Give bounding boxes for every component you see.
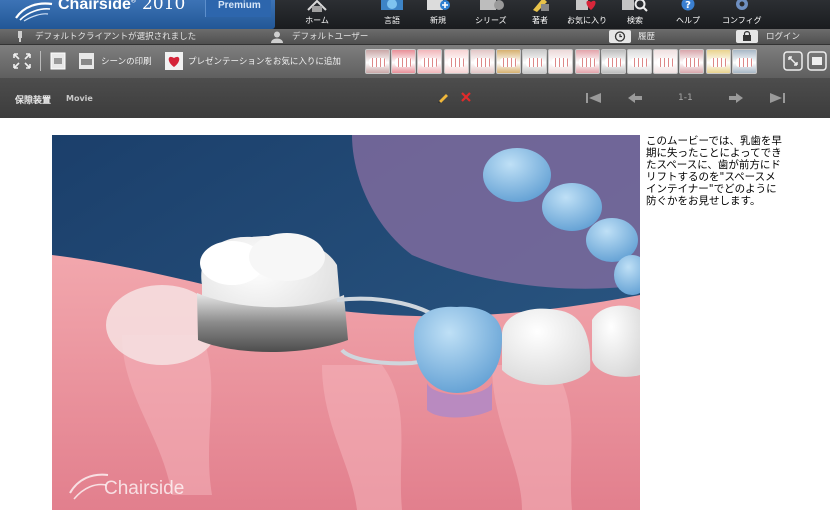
status-bar: デフォルトクライアントが選択されました デフォルトユーザー 履歴 ログイン bbox=[0, 29, 830, 45]
edit-pencil-icon[interactable] bbox=[437, 91, 449, 103]
movie-description: このムービーでは、乳歯を早期に失ったことによってできたスペースに、歯が前方にドリ… bbox=[646, 135, 782, 207]
nav-label: 検索 bbox=[627, 16, 643, 25]
client-status: デフォルトクライアントが選択されました bbox=[35, 32, 197, 42]
chairside-logo-icon bbox=[15, 2, 53, 22]
presentation-icon[interactable] bbox=[807, 51, 827, 71]
crown-thumb[interactable] bbox=[653, 49, 679, 74]
house-icon bbox=[307, 0, 327, 12]
magnifier-icon bbox=[622, 0, 648, 12]
favorite-heart-icon[interactable] bbox=[165, 52, 183, 70]
smile-thumb[interactable] bbox=[469, 49, 495, 74]
thumbnail-teeth-icon bbox=[473, 58, 491, 67]
nav-label: ホーム bbox=[305, 16, 329, 25]
xray-thumb[interactable] bbox=[731, 49, 757, 74]
nav-search-button[interactable]: 検索 bbox=[620, 0, 650, 29]
thumbnail-teeth-icon bbox=[526, 58, 544, 67]
brush-thumb[interactable] bbox=[365, 49, 390, 74]
app-window: Chairside® 2010 Premium ホーム 言語 新規 シリーズ 著… bbox=[0, 0, 830, 510]
user-icon bbox=[271, 31, 283, 43]
thumbnail-teeth-icon bbox=[552, 58, 570, 67]
floss-thumb[interactable] bbox=[705, 49, 731, 74]
gear-icon bbox=[735, 0, 748, 10]
user-status[interactable]: デフォルトユーザー bbox=[292, 30, 368, 44]
nav-language-button[interactable]: 言語 bbox=[377, 0, 407, 29]
nav-new-button[interactable]: 新規 bbox=[423, 0, 453, 29]
first-page-icon[interactable] bbox=[585, 92, 603, 104]
fit-screen-icon[interactable] bbox=[12, 52, 32, 70]
help-icon: ? bbox=[681, 0, 695, 11]
movie-type: Movie bbox=[66, 94, 93, 103]
toolbar: シーンの印刷 プレゼンテーションをお気に入りに追加 bbox=[0, 45, 830, 78]
document-icon[interactable] bbox=[50, 52, 66, 70]
lock-icon[interactable] bbox=[736, 30, 758, 43]
printer-icon[interactable] bbox=[78, 52, 95, 70]
film-reel-icon bbox=[479, 0, 504, 10]
toolbar-divider bbox=[40, 51, 41, 71]
top-bar: Chairside® 2010 Premium ホーム 言語 新規 シリーズ 著… bbox=[0, 0, 830, 29]
lower-jaw-thumb[interactable] bbox=[391, 49, 417, 74]
thumbnail-teeth-icon bbox=[604, 58, 622, 67]
nav-label: コンフィグ bbox=[722, 16, 762, 25]
braces-thumb[interactable] bbox=[522, 49, 548, 74]
gums-thumb[interactable] bbox=[574, 49, 600, 74]
thumbnail-teeth-icon bbox=[683, 58, 701, 67]
next-page-icon[interactable] bbox=[728, 92, 744, 104]
nav-label: お気に入り bbox=[567, 16, 607, 25]
thumbnail-teeth-icon bbox=[709, 58, 727, 67]
clock-icon[interactable] bbox=[609, 30, 631, 43]
nav-author-button[interactable]: 著者 bbox=[525, 0, 555, 29]
fullscreen-icon[interactable] bbox=[783, 51, 803, 71]
thumbnail-teeth-icon bbox=[395, 58, 413, 67]
nav-label: ヘルプ bbox=[676, 16, 700, 25]
new-document-icon bbox=[427, 0, 450, 10]
nav-label: シリーズ bbox=[475, 16, 507, 25]
login-link[interactable]: ログイン bbox=[766, 30, 800, 44]
thumbnail-teeth-icon bbox=[500, 58, 517, 67]
add-favorite-button[interactable]: プレゼンテーションをお気に入りに追加 bbox=[188, 56, 341, 68]
logo-area: Chairside® 2010 Premium bbox=[0, 0, 275, 29]
nav-favorites-button[interactable]: お気に入り bbox=[567, 0, 607, 29]
nav-home-button[interactable]: ホーム bbox=[302, 0, 332, 29]
thumbnail-teeth-icon bbox=[447, 58, 465, 67]
movie-player[interactable]: Chairside bbox=[52, 135, 640, 510]
thumbnail-teeth-icon bbox=[369, 58, 386, 67]
implant-thumb[interactable] bbox=[600, 49, 626, 74]
canine-thumb[interactable] bbox=[627, 49, 652, 74]
bridge-thumb[interactable] bbox=[679, 49, 705, 74]
author-icon bbox=[533, 0, 549, 12]
history-link[interactable]: 履歴 bbox=[638, 30, 655, 44]
app-year: 2010 bbox=[142, 0, 186, 14]
movie-watermark: Chairside bbox=[104, 478, 184, 499]
nav-help-button[interactable]: ? ヘルプ bbox=[673, 0, 703, 29]
heart-icon bbox=[576, 0, 596, 11]
nav-series-button[interactable]: シリーズ bbox=[475, 0, 507, 29]
thumbnail-teeth-icon bbox=[631, 58, 648, 67]
nav-label: 言語 bbox=[384, 16, 400, 25]
movie-header: 保隙装置 Movie 1-1 bbox=[0, 78, 830, 118]
previous-page-icon[interactable] bbox=[627, 92, 643, 104]
thumbnail-teeth-icon bbox=[421, 58, 439, 67]
last-page-icon[interactable] bbox=[768, 92, 786, 104]
thumbnail-teeth-icon bbox=[735, 58, 753, 67]
nav-config-button[interactable]: コンフィグ bbox=[722, 0, 762, 29]
roots-thumb[interactable] bbox=[496, 49, 521, 74]
molar-thumb[interactable] bbox=[548, 49, 574, 74]
upper-teeth-thumb[interactable] bbox=[443, 49, 469, 74]
thumbnail-teeth-icon bbox=[657, 58, 675, 67]
movie-title: 保隙装置 bbox=[15, 96, 52, 106]
delete-x-icon[interactable] bbox=[461, 92, 471, 102]
teeth-arch-thumb[interactable] bbox=[417, 49, 443, 74]
page-indicator: 1-1 bbox=[678, 93, 693, 103]
space-maintainer-animation: Chairside bbox=[52, 135, 640, 510]
app-name: Chairside® bbox=[58, 0, 137, 13]
client-pin-icon bbox=[18, 31, 22, 42]
print-scene-button[interactable]: シーンの印刷 bbox=[101, 56, 152, 68]
thumbnail-teeth-icon bbox=[578, 58, 596, 67]
svg-text:?: ? bbox=[685, 0, 691, 11]
nav-label: 著者 bbox=[532, 16, 548, 25]
nav-label: 新規 bbox=[430, 16, 446, 25]
globe-book-icon bbox=[381, 0, 403, 10]
edition-badge: Premium bbox=[205, 0, 271, 17]
content-area: Chairside このムービーでは、乳歯を早期に失ったことによってできたスペー… bbox=[0, 118, 830, 510]
